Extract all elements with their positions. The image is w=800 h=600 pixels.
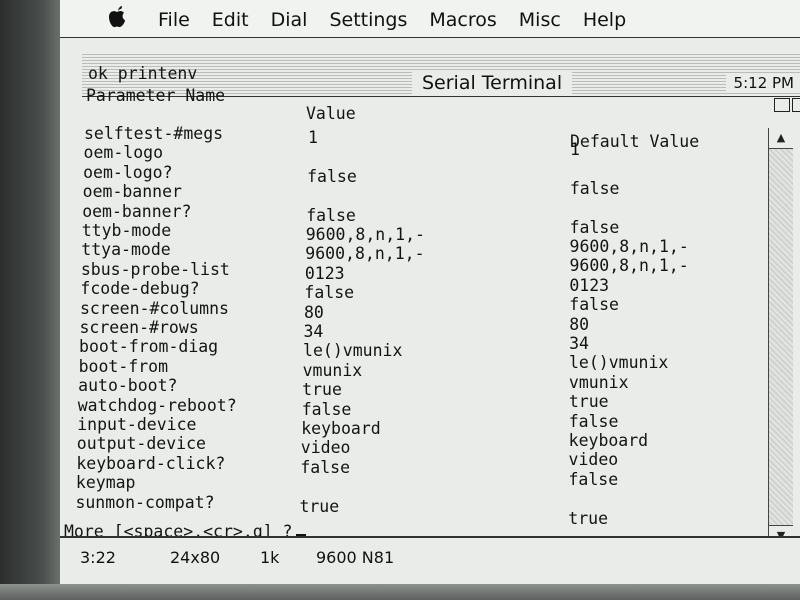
header-value: Value — [306, 104, 356, 123]
parameter-value: true — [302, 380, 342, 400]
parameter-default: false — [569, 217, 620, 237]
parameter-default: false — [568, 469, 619, 489]
parameter-name: oem-logo? — [83, 162, 173, 182]
parameter-default: false — [569, 178, 620, 198]
parameter-default: vmunix — [568, 372, 629, 392]
parameter-default: true — [568, 508, 609, 528]
header-parameter-name: Parameter Name — [86, 86, 226, 105]
screen: File Edit Dial Settings Macros Misc Help… — [60, 0, 800, 600]
parameter-value: 0123 — [304, 263, 345, 283]
parameter-value: false — [307, 166, 357, 186]
monitor-bezel-bottom — [0, 584, 800, 600]
parameter-value: true — [299, 496, 340, 516]
parameter-default: 9600,8,n,1,- — [569, 237, 689, 256]
parameter-default: true — [568, 392, 609, 412]
menu-bar: File Edit Dial Settings Macros Misc Help — [60, 0, 800, 38]
parameter-name: sbus-probe-list — [80, 259, 230, 279]
menu-misc[interactable]: Misc — [519, 9, 561, 31]
parameter-value: 1 — [308, 128, 318, 147]
status-dimensions: 24x80 — [170, 548, 221, 567]
parameter-default: 1 — [570, 140, 580, 159]
parameter-name: watchdog-reboot? — [77, 395, 237, 415]
parameter-default: le()vmunix — [569, 353, 669, 373]
parameter-value: vmunix — [302, 360, 363, 380]
parameter-name: sunmon-compat? — [75, 492, 215, 512]
vertical-scrollbar[interactable]: ▲ ▼ — [768, 128, 793, 546]
parameter-name: auto-boot? — [78, 376, 178, 396]
parameter-value: false — [306, 205, 356, 225]
monitor-bezel — [0, 0, 60, 600]
parameter-value: le()vmunix — [303, 341, 403, 361]
collapse-box-icon[interactable] — [792, 98, 800, 112]
menu-settings[interactable]: Settings — [329, 9, 407, 31]
prompt-line: ok printenv — [88, 64, 198, 83]
menu-file[interactable]: File — [158, 9, 190, 31]
status-bar: 3:22 24x80 1k 9600 N81 — [60, 536, 800, 572]
zoom-box-icon[interactable] — [774, 98, 790, 112]
menu-help[interactable]: Help — [583, 9, 626, 31]
parameter-default: video — [568, 450, 619, 470]
apple-menu-icon[interactable] — [106, 5, 128, 29]
parameter-default: false — [569, 295, 619, 315]
menu-macros[interactable]: Macros — [429, 9, 496, 31]
parameter-name: ttya-mode — [81, 240, 171, 260]
header-default-value: Default Value — [570, 132, 700, 151]
status-line-settings: 9600 N81 — [316, 548, 395, 567]
parameter-default: keyboard — [568, 431, 649, 450]
parameter-name: keymap — [75, 473, 136, 493]
parameter-name: oem-banner? — [82, 201, 192, 221]
parameter-name: input-device — [77, 415, 197, 434]
status-cursor-position: 3:22 — [80, 548, 116, 567]
parameter-default: 0123 — [569, 275, 610, 295]
parameter-name: screen-#columns — [79, 298, 229, 318]
parameter-name: fcode-debug? — [80, 279, 200, 299]
menu-dial[interactable]: Dial — [271, 9, 308, 31]
parameter-value: keyboard — [301, 419, 381, 438]
parameter-name: ttyb-mode — [81, 221, 172, 240]
parameter-value: 9600,8,n,1,- — [305, 244, 425, 264]
scroll-up-arrow-icon[interactable]: ▲ — [769, 128, 793, 149]
parameter-default: 34 — [569, 334, 589, 353]
parameter-name: oem-banner — [82, 182, 182, 202]
parameter-name: keyboard-click? — [76, 453, 226, 473]
parameter-name: oem-logo — [83, 143, 164, 163]
parameter-value: video — [300, 438, 351, 458]
parameter-value: 34 — [303, 322, 324, 341]
parameter-name: boot-from — [78, 356, 168, 376]
parameter-name: boot-from-diag — [79, 337, 219, 357]
parameter-default: 80 — [569, 314, 590, 334]
parameter-name: selftest-#megs — [84, 124, 224, 143]
status-buffer-size: 1k — [260, 548, 280, 567]
parameter-value: false — [300, 457, 351, 477]
parameter-value: 9600,8,n,1,- — [305, 225, 425, 244]
parameter-default: 9600,8,n,1,- — [569, 256, 689, 276]
parameter-name: output-device — [76, 434, 206, 454]
parameter-default: false — [568, 411, 619, 431]
terminal-output[interactable]: ok printenv Parameter Name Value Default… — [60, 62, 766, 546]
menu-edit[interactable]: Edit — [212, 9, 249, 31]
parameter-value: false — [301, 399, 352, 419]
parameter-value: 80 — [303, 302, 324, 322]
parameter-value: false — [304, 283, 355, 303]
parameter-name: screen-#rows — [79, 318, 199, 337]
